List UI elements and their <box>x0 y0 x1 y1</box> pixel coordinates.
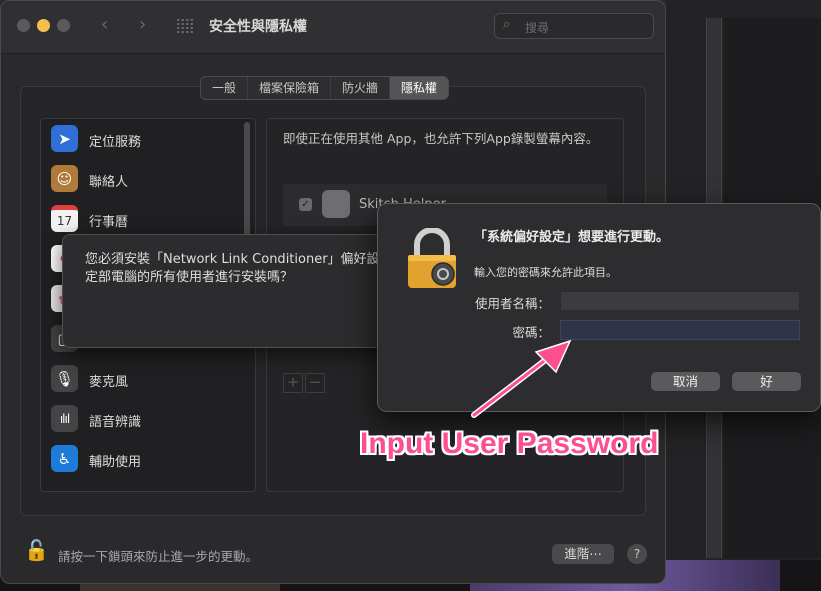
minimize-window-button[interactable] <box>37 19 50 32</box>
advanced-button[interactable]: 進階⋯ <box>552 544 614 564</box>
help-button[interactable]: ? <box>627 544 647 564</box>
sidebar-item-label: 麥克風 <box>89 375 129 390</box>
permission-description: 即使正在使用其他 App，也允許下列App錄製螢幕內容。 <box>283 131 599 146</box>
sidebar-scrollbar[interactable] <box>244 122 250 242</box>
microphone-icon: 🎙 <box>51 365 78 392</box>
sidebar-item-label: 語音辨識 <box>89 415 142 430</box>
zoom-window-button[interactable] <box>57 19 70 32</box>
sidebar-item-calendar[interactable]: 17 行事曆 <box>51 205 241 233</box>
show-all-grid-icon[interactable] <box>176 18 194 34</box>
annotation-label: Input User Password <box>360 427 659 460</box>
window-title: 安全性與隱私權 <box>209 19 307 35</box>
auth-dialog-subtitle: 輸入您的密碼來允許此項目。 <box>474 266 617 279</box>
padlock-icon <box>408 228 456 288</box>
search-field[interactable]: ⌕ 搜尋 <box>494 13 654 39</box>
add-remove-controls: + − <box>283 373 327 393</box>
tab-firewall[interactable]: 防火牆 <box>331 77 391 99</box>
auth-dialog-title: 「系統偏好設定」想要進行更動。 <box>474 230 670 245</box>
remove-app-button[interactable]: − <box>305 373 325 393</box>
username-label: 使用者名稱： <box>474 296 550 311</box>
calendar-icon: 17 <box>51 205 78 232</box>
add-app-button[interactable]: + <box>283 373 303 393</box>
forward-chevron-icon[interactable]: › <box>139 14 146 35</box>
search-placeholder: 搜尋 <box>525 21 550 35</box>
install-confirm-text: 您必須安裝「Network Link Conditioner」偏好設定部電腦的所… <box>85 252 380 285</box>
ok-button[interactable]: 好 <box>732 372 801 391</box>
sidebar-item-contacts[interactable]: ☺ 聯絡人 <box>51 165 241 193</box>
close-window-button[interactable] <box>17 19 30 32</box>
tab-general[interactable]: 一般 <box>201 77 249 99</box>
username-field[interactable] <box>561 292 799 310</box>
sidebar-item-accessibility[interactable]: ♿ 輔助使用 <box>51 445 241 473</box>
lock-hint-text: 請按一下鎖頭來防止進一步的更動。 <box>58 549 259 564</box>
waveform-icon: ılıl <box>51 405 78 432</box>
location-arrow-icon: ➤ <box>51 125 78 152</box>
password-label: 密碼： <box>512 325 550 340</box>
password-field[interactable] <box>561 321 799 339</box>
app-icon <box>322 190 350 218</box>
sidebar-item-label: 聯絡人 <box>89 175 129 190</box>
padlock-open-icon[interactable]: 🔓 <box>24 538 49 562</box>
sidebar-item-microphone[interactable]: 🎙 麥克風 <box>51 365 241 393</box>
tab-privacy[interactable]: 隱私權 <box>390 77 449 99</box>
tab-filevault[interactable]: 檔案保險箱 <box>248 77 332 99</box>
back-chevron-icon[interactable]: ‹ <box>101 14 108 35</box>
app-enable-checkbox[interactable]: ✓ <box>299 198 312 211</box>
title-bar: ‹ › 安全性與隱私權 ⌕ 搜尋 <box>1 1 665 54</box>
sidebar-item-label: 定位服務 <box>89 135 142 150</box>
contacts-book-icon: ☺ <box>51 165 78 192</box>
sidebar-item-label: 行事曆 <box>89 215 129 230</box>
sidebar-item-location-services[interactable]: ➤ 定位服務 <box>51 125 241 153</box>
tab-bar: 一般 檔案保險箱 防火牆 隱私權 <box>200 76 450 100</box>
sidebar-item-label: 輔助使用 <box>89 455 142 470</box>
search-icon: ⌕ <box>503 17 511 32</box>
accessibility-icon: ♿ <box>51 445 78 472</box>
sidebar-item-speech-recognition[interactable]: ılıl 語音辨識 <box>51 405 241 433</box>
cancel-button[interactable]: 取消 <box>651 372 720 391</box>
